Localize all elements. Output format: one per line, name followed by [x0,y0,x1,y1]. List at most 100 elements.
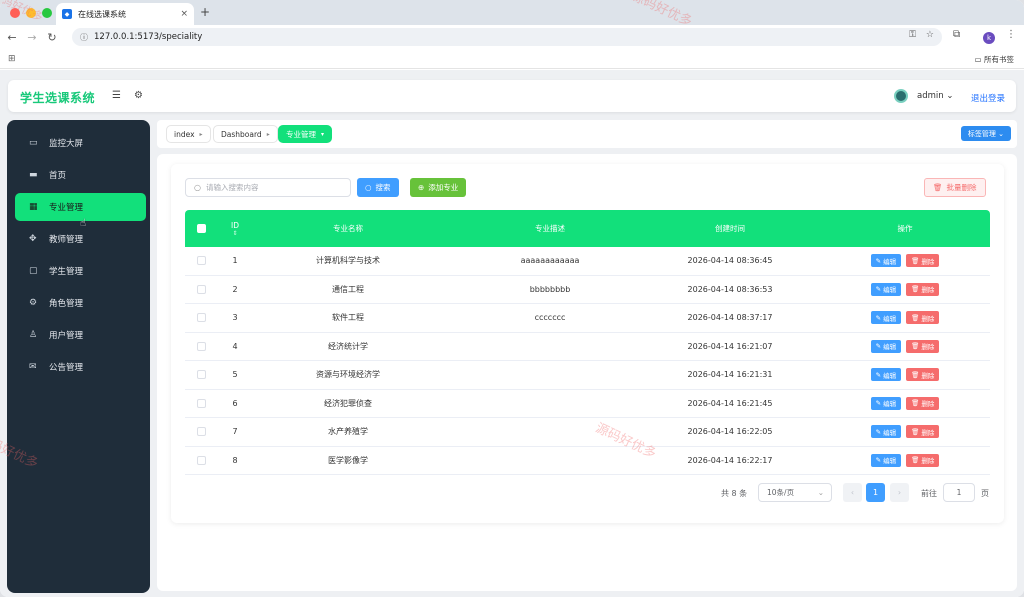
row-checkbox[interactable] [196,256,206,266]
site-info-icon[interactable]: ⓘ [80,32,88,43]
page-number-current[interactable]: 1 [866,483,885,502]
delete-button[interactable]: 🗑 删除 [906,396,940,410]
sidebar-item-teacher[interactable]: ✥ 教师管理 [15,225,146,253]
browser-menu-icon[interactable]: ⋮ [1006,29,1016,40]
cell-desc [475,418,625,446]
zoom-window-button[interactable] [42,7,52,18]
edit-button[interactable]: ✎ 编辑 [870,453,902,467]
row-checkbox[interactable] [196,284,206,294]
add-speciality-button[interactable]: ⊕ 添加专业 [410,178,467,197]
table-row: 1 计算机科学与技术 aaaaaaaaaaaa 2026-04-14 08:36:45… [185,247,990,276]
row-checkbox[interactable] [196,313,206,323]
cell-actions: ✎ 编辑 🗑 删除 [845,447,965,475]
sidebar-item-monitor[interactable]: ▭ 监控大屏 [15,129,146,157]
table-body: 1 计算机科学与技术 aaaaaaaaaaaa 2026-04-14 08:36:45… [185,247,990,475]
extensions-icon[interactable]: ⧉ [953,29,960,40]
sidebar-item-label: 用户管理 [49,331,84,341]
all-bookmarks[interactable]: ▭ 所有书签 [975,54,1014,65]
sidebar-item-notice[interactable]: ✉ 公告管理 [15,353,146,381]
apps-grid-icon[interactable]: ⊞ [8,54,16,64]
edit-button[interactable]: ✎ 编辑 [870,254,902,268]
minimize-window-button[interactable] [26,7,36,18]
edit-button[interactable]: ✎ 编辑 [870,396,902,410]
cell-created: 2026-04-14 08:36:53 [687,284,773,294]
row-checkbox[interactable] [196,370,206,380]
delete-button[interactable]: 🗑 删除 [906,368,940,382]
edit-button[interactable]: ✎ 编辑 [870,368,902,382]
logout-link[interactable]: 退出登录 [971,92,1005,104]
next-page-button[interactable]: › [890,483,909,502]
edit-label: 编辑 [883,371,897,380]
tag-manage-button[interactable]: 标签管理 ⌄ [960,126,1011,141]
sidebar-item-student[interactable]: ▢ 学生管理 [15,257,146,285]
cell-actions: ✎ 编辑 🗑 删除 [845,390,965,418]
edit-button[interactable]: ✎ 编辑 [870,425,902,439]
delete-button[interactable]: 🗑 删除 [906,339,940,353]
search-input[interactable]: ○ 请输入搜索内容 [185,178,351,197]
cell-actions: ✎ 编辑 🗑 删除 [845,361,965,389]
edit-button[interactable]: ✎ 编辑 [870,339,902,353]
delete-button[interactable]: 🗑 删除 [906,254,940,268]
edit-button[interactable]: ✎ 编辑 [870,282,902,296]
sidebar-item-home[interactable]: ▬ 首页 [15,161,146,189]
table-row: 5 资源与环境经济学 2026-04-14 16:21:31 ✎ 编辑 🗑 删除 [185,361,990,390]
briefcase-icon: ▢ [29,266,38,276]
page-size-select[interactable]: 10条/页 ⌄ [758,483,832,502]
sidebar-item-label: 首页 [49,171,67,181]
menu-collapse-icon[interactable]: ☰ [112,90,121,101]
delete-button[interactable]: 🗑 删除 [906,453,940,467]
tab-title: 在线选课系统 [78,9,126,19]
edit-icon: ✎ [875,342,882,351]
forward-icon[interactable]: → [24,31,40,44]
prev-page-button[interactable]: ‹ [843,483,862,502]
delete-button[interactable]: 🗑 删除 [906,425,940,439]
close-window-button[interactable] [10,7,20,18]
bookmark-star-icon[interactable]: ☆ [926,30,934,40]
row-checkbox[interactable] [196,455,206,465]
tag-dropdown-icon[interactable]: ▸ [267,131,270,138]
browser-tab[interactable]: ◆ 在线选课系统 × [56,3,194,25]
row-checkbox[interactable] [196,427,206,437]
tag-label: 专业管理 [286,129,316,139]
tag-dashboard[interactable]: Dashboard ▸ [213,125,278,143]
tag-dropdown-icon[interactable]: ▾ [321,131,324,138]
cell-actions: ✎ 编辑 🗑 删除 [845,276,965,304]
edit-icon: ✎ [875,370,882,379]
batch-delete-label: 批量删除 [946,183,977,192]
password-key-icon[interactable]: ⚿ [909,30,916,40]
edit-button[interactable]: ✎ 编辑 [870,311,902,325]
address-url[interactable]: 127.0.0.1:5173/speciality [94,32,202,42]
trash-icon: 🗑 [911,399,920,408]
header-id[interactable]: ID ⇕ [223,210,247,247]
address-bar[interactable]: ⓘ 127.0.0.1:5173/speciality ⚿ ☆ [72,28,942,46]
sidebar-item-speciality[interactable]: ▦ 专业管理 [15,193,146,221]
tag-speciality[interactable]: 专业管理 ▾ [278,125,333,143]
batch-delete-button[interactable]: 🗑 批量删除 [924,178,986,197]
goto-page-input[interactable]: 1 [943,483,975,502]
delete-button[interactable]: 🗑 删除 [906,282,940,296]
tag-index[interactable]: index ▸ [166,125,211,143]
row-checkbox[interactable] [196,398,206,408]
cell-actions: ✎ 编辑 🗑 删除 [845,247,965,275]
back-icon[interactable]: ← [4,31,20,44]
header-name: 专业名称 [333,224,363,233]
row-checkbox-cell [185,276,217,304]
select-all-checkbox[interactable] [196,224,206,233]
search-icon: ○ [194,183,201,192]
app-logo: 学生选课系统 [20,91,96,105]
new-tab-button[interactable]: + [200,5,210,19]
user-avatar[interactable] [894,89,908,103]
reload-icon[interactable]: ↻ [44,31,60,44]
sidebar-item-user[interactable]: ♙ 用户管理 [15,321,146,349]
profile-avatar[interactable]: k [983,32,995,44]
trash-icon: 🗑 [933,183,943,192]
tag-dropdown-icon[interactable]: ▸ [200,131,203,138]
gear-icon: ⚙ [29,298,38,308]
settings-gear-icon[interactable]: ⚙ [134,90,143,101]
search-button[interactable]: ○ 搜索 [357,178,399,197]
row-checkbox[interactable] [196,341,206,351]
user-menu[interactable]: admin ⌄ [917,91,953,101]
delete-button[interactable]: 🗑 删除 [906,311,940,325]
sidebar-item-role[interactable]: ⚙ 角色管理 [15,289,146,317]
tab-close-button[interactable]: × [180,9,188,19]
